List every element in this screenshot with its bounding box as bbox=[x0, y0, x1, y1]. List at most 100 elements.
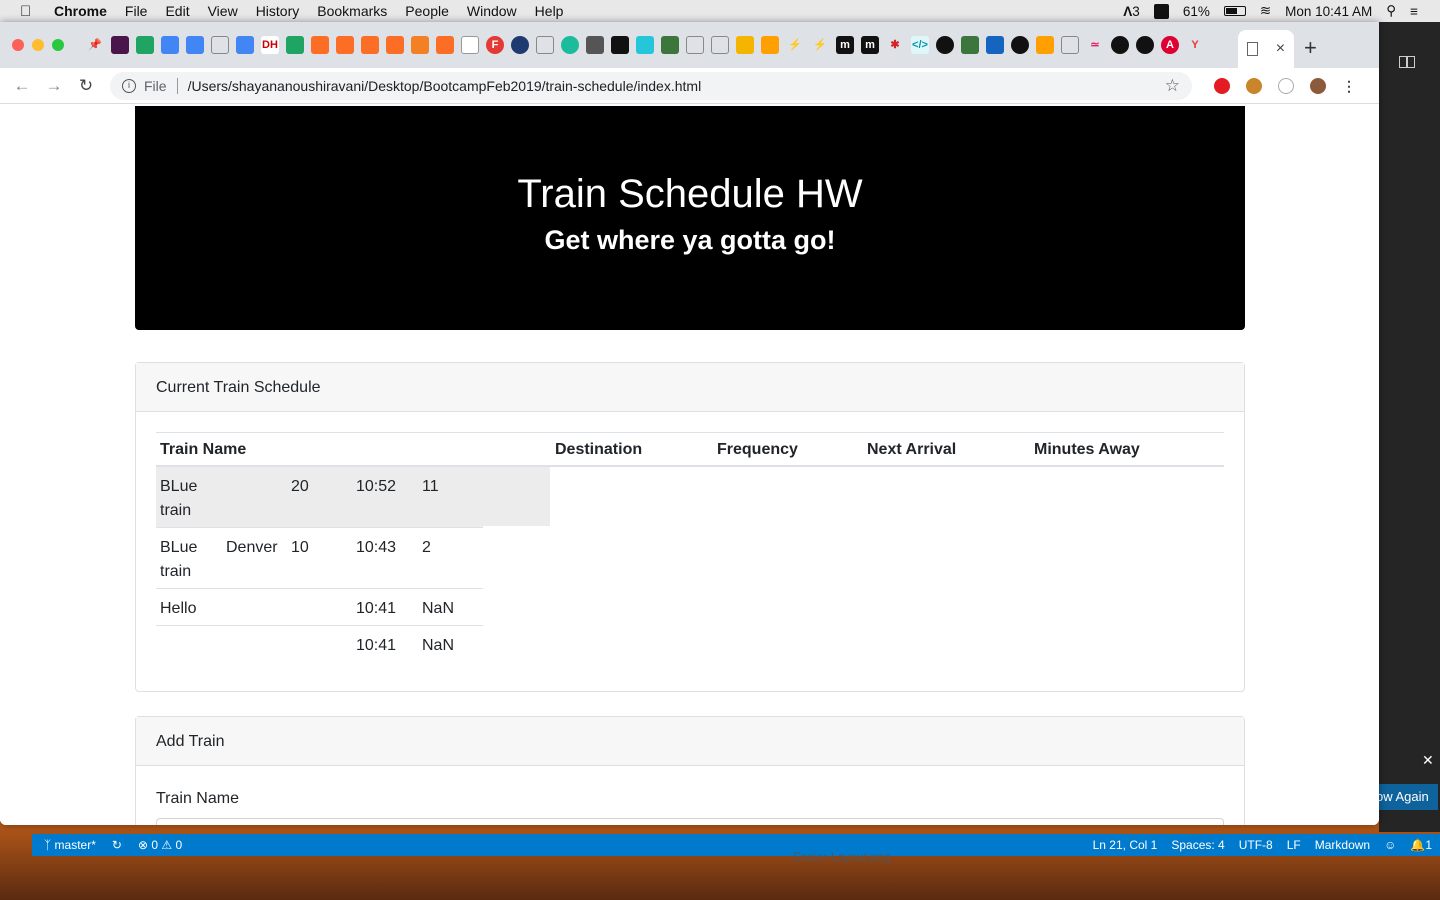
slack-icon[interactable] bbox=[111, 36, 129, 54]
page-icon[interactable] bbox=[686, 36, 704, 54]
github-icon[interactable] bbox=[1136, 36, 1154, 54]
col-next-arrival: Next Arrival bbox=[863, 432, 1030, 467]
menu-history[interactable]: History bbox=[256, 3, 300, 19]
menu-file[interactable]: File bbox=[125, 3, 148, 19]
bolt-icon[interactable]: ⚡ bbox=[786, 36, 804, 54]
cell-name: BLue train bbox=[156, 527, 222, 589]
page-icon[interactable] bbox=[1061, 36, 1079, 54]
menu-app-name[interactable]: Chrome bbox=[54, 3, 107, 19]
line-ending[interactable]: LF bbox=[1287, 838, 1301, 852]
bookmark-star-icon[interactable]: ☆ bbox=[1165, 76, 1180, 96]
dont-show-again-button[interactable]: ow Again bbox=[1370, 784, 1438, 810]
yc-icon[interactable]: Y bbox=[1186, 36, 1204, 54]
battery-icon[interactable] bbox=[1223, 6, 1246, 16]
page-icon[interactable] bbox=[711, 36, 729, 54]
codepen-icon[interactable] bbox=[461, 36, 479, 54]
terminal-icon[interactable] bbox=[986, 36, 1004, 54]
code-bracket-icon[interactable] bbox=[661, 36, 679, 54]
gitlab-icon[interactable] bbox=[336, 36, 354, 54]
apple-icon[interactable]:  bbox=[20, 3, 38, 20]
menu-view[interactable]: View bbox=[208, 3, 238, 19]
pinned-tabs: 📌 DH F ⚡ ⚡ m m ✱ </> ≃ A Y bbox=[86, 36, 1204, 54]
spotlight-search-icon[interactable]: ⚲ bbox=[1386, 3, 1396, 19]
page-icon[interactable] bbox=[536, 36, 554, 54]
chart-icon[interactable] bbox=[636, 36, 654, 54]
close-tab-icon[interactable]: × bbox=[1276, 40, 1285, 58]
heroku-icon[interactable]: ≃ bbox=[1086, 36, 1104, 54]
minimize-window-button[interactable] bbox=[32, 39, 44, 51]
menu-bookmarks[interactable]: Bookmarks bbox=[317, 3, 387, 19]
google-docs-icon[interactable] bbox=[161, 36, 179, 54]
forward-arrow-icon[interactable]: → bbox=[38, 76, 70, 96]
opera-icon[interactable] bbox=[1214, 77, 1230, 94]
reload-icon[interactable]: ↻ bbox=[70, 76, 102, 96]
f-icon[interactable]: F bbox=[486, 36, 504, 54]
google-docs-icon[interactable] bbox=[186, 36, 204, 54]
battery-percent: 61% bbox=[1182, 3, 1210, 19]
info-icon[interactable]: i bbox=[122, 78, 136, 93]
close-window-button[interactable] bbox=[12, 39, 24, 51]
yelp-icon[interactable]: ✱ bbox=[886, 36, 904, 54]
menu-people[interactable]: People bbox=[405, 3, 449, 19]
back-arrow-icon[interactable]: ← bbox=[6, 76, 38, 96]
medium-icon[interactable]: m bbox=[861, 36, 879, 54]
notification-center-icon[interactable]: ≡ bbox=[1410, 4, 1418, 19]
google-docs-icon[interactable] bbox=[236, 36, 254, 54]
google-drive-icon[interactable] bbox=[136, 36, 154, 54]
google-drive-icon[interactable] bbox=[286, 36, 304, 54]
folder-icon[interactable] bbox=[611, 36, 629, 54]
medium-icon[interactable]: m bbox=[836, 36, 854, 54]
table-row: 10:41 NaN bbox=[156, 625, 483, 662]
train-name-input[interactable] bbox=[156, 818, 1224, 825]
feedback-icon[interactable]: ☺ bbox=[1384, 838, 1396, 852]
github-icon[interactable] bbox=[936, 36, 954, 54]
dh-icon[interactable]: DH bbox=[261, 36, 279, 54]
clock[interactable]: Mon 10:41 AM bbox=[1285, 4, 1372, 19]
github-icon[interactable] bbox=[1111, 36, 1129, 54]
firebase-icon[interactable] bbox=[761, 36, 779, 54]
gitlab-icon[interactable] bbox=[386, 36, 404, 54]
chrome-menu-icon[interactable]: ⋮ bbox=[1342, 78, 1356, 94]
gitlab-icon[interactable] bbox=[311, 36, 329, 54]
slides-icon[interactable] bbox=[736, 36, 754, 54]
bell-icon[interactable]: 🔔1 bbox=[1410, 838, 1432, 852]
address-bar[interactable]: i File /Users/shayananoushiravani/Deskto… bbox=[110, 71, 1192, 100]
encoding[interactable]: UTF-8 bbox=[1239, 838, 1273, 852]
code-icon[interactable]: </> bbox=[911, 36, 929, 54]
circle-icon[interactable] bbox=[511, 36, 529, 54]
gitlab-icon[interactable] bbox=[361, 36, 379, 54]
hex-icon[interactable] bbox=[561, 36, 579, 54]
wifi-icon[interactable]: ≋ bbox=[1260, 3, 1271, 19]
close-icon[interactable]: ✕ bbox=[1422, 752, 1434, 769]
language-mode[interactable]: Markdown bbox=[1315, 838, 1370, 852]
git-branch[interactable]: ᛉ master* bbox=[44, 838, 96, 852]
sync-icon[interactable]: ↻ bbox=[112, 838, 122, 852]
cookie-icon[interactable] bbox=[1246, 77, 1262, 94]
pin-icon[interactable]: 📌 bbox=[86, 36, 104, 54]
cursor-position[interactable]: Ln 21, Col 1 bbox=[1093, 838, 1158, 852]
page-icon[interactable] bbox=[211, 36, 229, 54]
menu-edit[interactable]: Edit bbox=[165, 3, 189, 19]
maximize-window-button[interactable] bbox=[52, 39, 64, 51]
menu-help[interactable]: Help bbox=[535, 3, 564, 19]
extension-icon[interactable] bbox=[1278, 77, 1294, 94]
code-bracket-icon[interactable] bbox=[961, 36, 979, 54]
cell-name bbox=[156, 625, 222, 662]
bolt-icon[interactable]: ⚡ bbox=[811, 36, 829, 54]
active-tab[interactable]: × bbox=[1238, 30, 1294, 68]
app-status-icon[interactable] bbox=[1153, 3, 1169, 19]
adobe-icon[interactable]: Λ3 bbox=[1123, 4, 1140, 19]
angular-icon[interactable]: A bbox=[1161, 36, 1179, 54]
firebase-icon[interactable] bbox=[1036, 36, 1054, 54]
menu-window[interactable]: Window bbox=[467, 3, 517, 19]
avatar[interactable] bbox=[1310, 77, 1326, 94]
new-tab-button[interactable]: + bbox=[1304, 35, 1317, 61]
split-editor-icon[interactable] bbox=[1399, 56, 1415, 68]
stack-overflow-icon[interactable] bbox=[411, 36, 429, 54]
indentation[interactable]: Spaces: 4 bbox=[1171, 838, 1224, 852]
problems-indicator[interactable]: ⊗ 0 ⚠ 0 bbox=[138, 838, 182, 852]
gitlab-icon[interactable] bbox=[436, 36, 454, 54]
url-text[interactable]: /Users/shayananoushiravani/Desktop/Bootc… bbox=[188, 78, 702, 94]
file-icon[interactable] bbox=[586, 36, 604, 54]
github-icon[interactable] bbox=[1011, 36, 1029, 54]
